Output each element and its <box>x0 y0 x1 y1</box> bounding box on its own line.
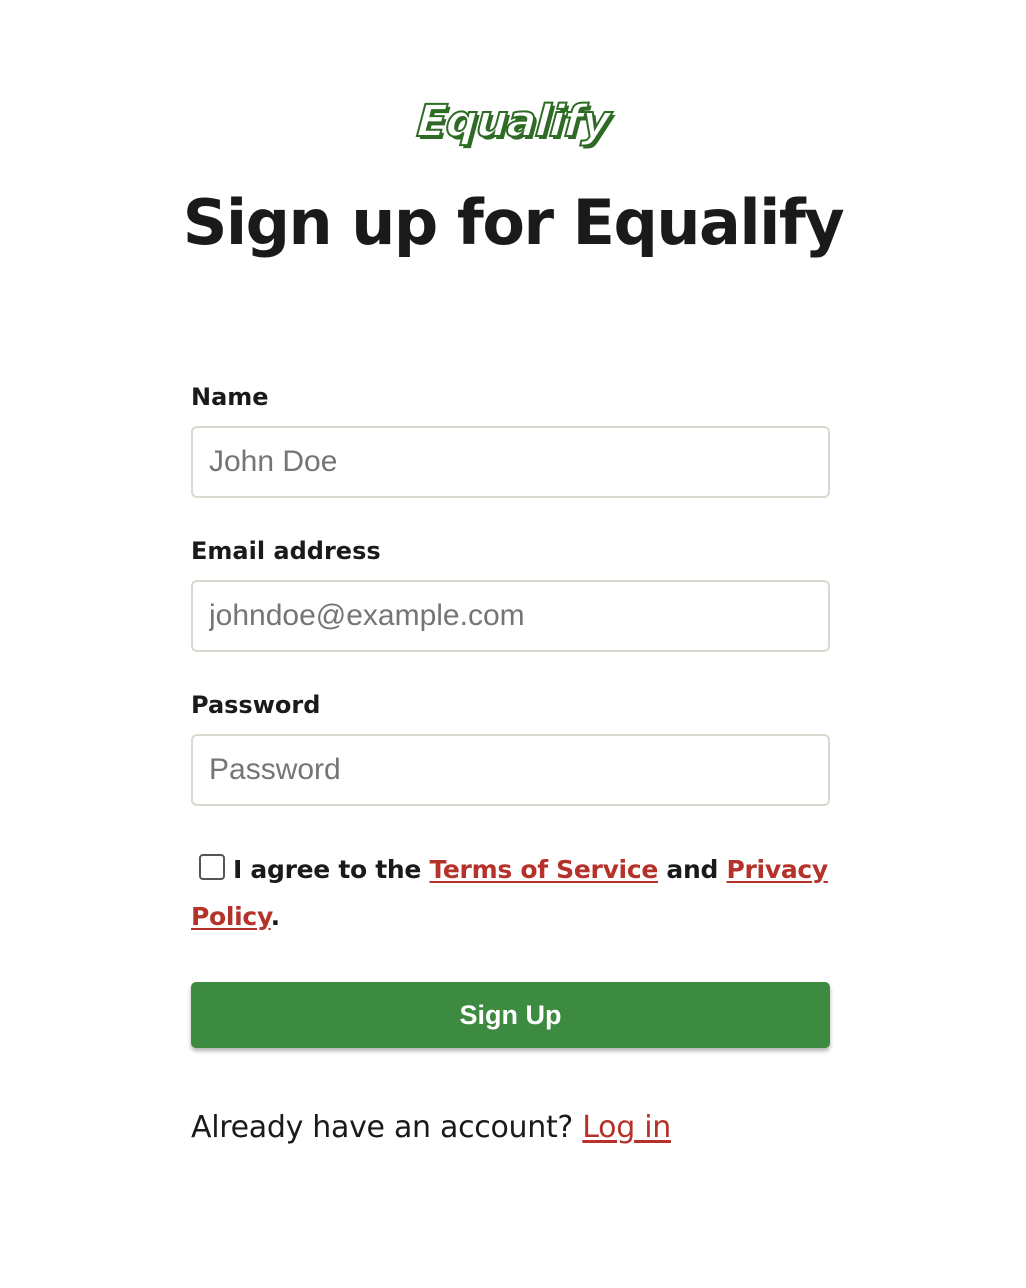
agree-checkbox[interactable] <box>199 854 225 880</box>
agree-text-after: . <box>270 902 281 931</box>
signup-form: Name Email address Password I agree to t… <box>191 380 830 1048</box>
logo-text: Equalify <box>414 95 612 148</box>
name-input[interactable] <box>191 426 830 498</box>
email-label: Email address <box>191 537 381 565</box>
equalify-logo: Equalify <box>0 95 1026 148</box>
login-prompt: Already have an account? Log in <box>191 1110 671 1145</box>
password-input[interactable] <box>191 734 830 806</box>
agree-text-before: I agree to the <box>233 855 422 884</box>
terms-agreement: I agree to the Terms of Service and Priv… <box>191 846 830 940</box>
sign-up-button[interactable]: Sign Up <box>191 982 830 1048</box>
email-field-group: Email address <box>191 534 830 652</box>
name-field-group: Name <box>191 380 830 498</box>
password-label: Password <box>191 691 321 719</box>
terms-of-service-link[interactable]: Terms of Service <box>429 855 658 884</box>
log-in-link[interactable]: Log in <box>582 1110 671 1145</box>
page-title: Sign up for Equalify <box>182 186 845 259</box>
agree-text-middle: and <box>666 855 719 884</box>
name-label: Name <box>191 383 269 411</box>
email-input[interactable] <box>191 580 830 652</box>
login-prompt-text: Already have an account? <box>191 1110 574 1145</box>
password-field-group: Password <box>191 688 830 806</box>
